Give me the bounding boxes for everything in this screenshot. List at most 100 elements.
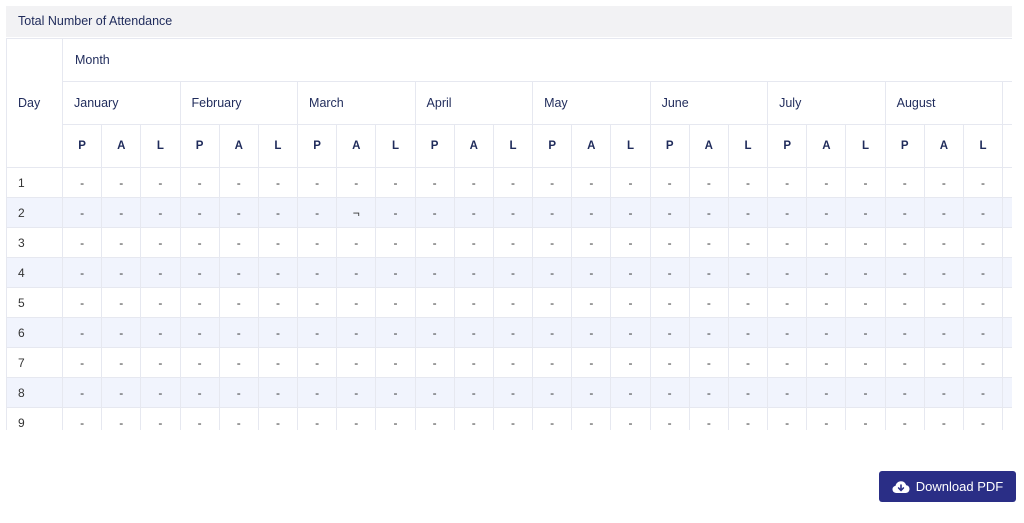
attendance-cell: - [218, 317, 259, 348]
status-subheader: P [414, 124, 455, 168]
attendance-cell: - [1002, 317, 1012, 348]
attendance-cell: - [610, 347, 651, 378]
attendance-cell: - [453, 347, 494, 378]
status-subheader: L [845, 124, 886, 168]
attendance-cell: - [806, 377, 847, 408]
attendance-cell: - [571, 257, 612, 288]
attendance-cell: - [845, 227, 886, 258]
attendance-cell: - [962, 287, 1004, 318]
attendance-cell: - [884, 167, 925, 198]
attendance-cell: - [297, 257, 338, 288]
attendance-cell: - [179, 227, 220, 258]
attendance-cell: - [336, 347, 377, 378]
attendance-cell: - [375, 317, 416, 348]
attendance-cell: - [1002, 197, 1012, 228]
attendance-cell: - [923, 407, 964, 430]
download-pdf-label: Download PDF [915, 479, 1004, 494]
status-subheader: L [492, 124, 534, 168]
attendance-cell: - [845, 197, 886, 228]
status-subheader: L [962, 124, 1004, 168]
attendance-cell: - [962, 257, 1004, 288]
attendance-cell: - [767, 227, 808, 258]
attendance-cell: - [923, 287, 964, 318]
attendance-cell: - [532, 377, 573, 408]
attendance-cell: - [179, 257, 220, 288]
attendance-cell: - [414, 257, 455, 288]
attendance-cell: - [414, 227, 455, 258]
attendance-cell: - [1002, 377, 1012, 408]
attendance-cell: - [297, 287, 338, 318]
attendance-cell: - [884, 317, 925, 348]
attendance-cell: - [375, 257, 416, 288]
attendance-cell: - [297, 317, 338, 348]
attendance-cell: - [571, 227, 612, 258]
attendance-cell: - [727, 227, 769, 258]
attendance-cell: - [610, 257, 651, 288]
attendance-cell: - [532, 167, 573, 198]
table-row: 9--------------------------------- [6, 407, 1012, 430]
panel-title: Total Number of Attendance [6, 6, 1012, 37]
attendance-cell: - [375, 167, 416, 198]
attendance-cell: - [61, 257, 103, 288]
attendance-cell: - [492, 287, 534, 318]
attendance-cell: - [767, 317, 808, 348]
attendance-cell: ¬ [336, 197, 377, 228]
table-row: 1--------------------------------- [6, 167, 1012, 198]
attendance-cell: - [845, 167, 886, 198]
attendance-cell: - [767, 287, 808, 318]
table-row: 8--------------------------------- [6, 377, 1012, 408]
attendance-cell: - [767, 257, 808, 288]
attendance-cell: - [297, 377, 338, 408]
attendance-cell: - [101, 377, 142, 408]
attendance-cell: - [923, 377, 964, 408]
attendance-cell: - [884, 197, 925, 228]
attendance-cell: - [218, 257, 259, 288]
attendance-cell: - [962, 377, 1004, 408]
attendance-cell: - [806, 227, 847, 258]
attendance-cell: - [962, 317, 1004, 348]
attendance-cell: - [179, 197, 220, 228]
attendance-cell: - [571, 167, 612, 198]
attendance-cell: - [297, 167, 338, 198]
status-subheader: A [806, 124, 847, 168]
attendance-cell: - [453, 287, 494, 318]
attendance-cell: - [257, 197, 299, 228]
attendance-cell: - [767, 377, 808, 408]
attendance-cell: - [532, 287, 573, 318]
attendance-cell: - [218, 197, 259, 228]
day-number: 9 [6, 407, 63, 430]
month-header: February [179, 81, 299, 125]
day-column-header: Day [6, 38, 63, 168]
month-header: April [414, 81, 534, 125]
status-subheader: P [179, 124, 220, 168]
day-number: 3 [6, 227, 63, 258]
attendance-cell: - [492, 227, 534, 258]
attendance-table-container[interactable]: Day Month January February March April May June… [6, 38, 1012, 430]
attendance-cell: - [453, 257, 494, 288]
attendance-cell: - [532, 257, 573, 288]
attendance-cell: - [101, 317, 142, 348]
attendance-cell: - [257, 257, 299, 288]
attendance-cell: - [375, 407, 416, 430]
status-subheader: A [571, 124, 612, 168]
attendance-cell: - [101, 197, 142, 228]
attendance-cell: - [767, 167, 808, 198]
attendance-cell: - [453, 227, 494, 258]
attendance-cell: - [414, 197, 455, 228]
status-subheader: A [453, 124, 494, 168]
attendance-cell: - [649, 377, 690, 408]
attendance-cell: - [649, 227, 690, 258]
attendance-cell: - [571, 347, 612, 378]
attendance-cell: - [845, 287, 886, 318]
attendance-cell: - [140, 257, 181, 288]
status-subheader: L [257, 124, 299, 168]
attendance-cell: - [884, 407, 925, 430]
attendance-cell: - [806, 197, 847, 228]
attendance-cell: - [923, 257, 964, 288]
attendance-cell: - [218, 167, 259, 198]
attendance-table: Day Month January February March April May June… [6, 38, 1012, 430]
attendance-cell: - [140, 377, 181, 408]
status-subheader: A [923, 124, 964, 168]
download-pdf-button[interactable]: Download PDF [879, 471, 1016, 502]
status-subheader: P [767, 124, 808, 168]
